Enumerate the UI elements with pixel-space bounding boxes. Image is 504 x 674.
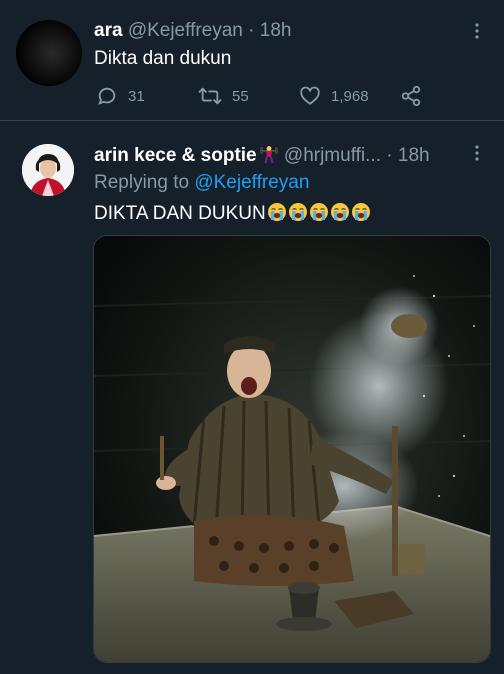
timestamp[interactable]: 18h xyxy=(398,145,430,166)
author-line: arin kece & soptie @hrjmuffi... · 18h xyxy=(94,144,430,167)
replying-to-label: Replying to xyxy=(94,172,190,193)
more-icon[interactable] xyxy=(474,22,480,43)
mention-link[interactable]: @Kejeffreyan xyxy=(194,172,309,193)
tweet-text: DIKTA DAN DUKUN xyxy=(94,202,371,226)
loudly-crying-face-icon xyxy=(267,203,286,221)
user-handle[interactable]: @Kejeffreyan xyxy=(128,20,243,41)
reply-button[interactable]: 31 xyxy=(96,82,145,110)
loudly-crying-face-icon xyxy=(309,203,328,221)
tweet-text: Dikta dan dukun xyxy=(94,48,232,69)
tweet-text-content: DIKTA DAN DUKUN xyxy=(94,203,266,224)
more-icon[interactable] xyxy=(474,144,480,165)
crying-emoji-group xyxy=(266,203,371,224)
retweet-button[interactable]: 55 xyxy=(198,82,249,110)
loudly-crying-face-icon xyxy=(330,203,349,221)
reply-icon xyxy=(98,87,116,105)
display-name[interactable]: ara xyxy=(94,20,123,41)
like-icon xyxy=(300,86,320,105)
timestamp[interactable]: 18h xyxy=(260,20,292,41)
user-handle[interactable]: @hrjmuffi... xyxy=(284,145,381,166)
profile-photo-icon xyxy=(22,144,74,196)
author-line: ara @Kejeffreyan · 18h xyxy=(94,20,291,42)
tweet-card[interactable]: arin kece & soptie @hrjmuffi... · 18h Re… xyxy=(0,120,504,674)
avatar[interactable] xyxy=(16,20,82,86)
retweet-count: 55 xyxy=(232,87,249,105)
shaman-meme-photo-icon xyxy=(94,236,490,662)
replying-to: Replying to @Kejeffreyan xyxy=(94,172,309,194)
weightlifter-emoji-icon xyxy=(259,146,278,164)
like-count: 1,968 xyxy=(331,87,369,105)
crescent-moon-icon xyxy=(16,20,82,86)
loudly-crying-face-icon xyxy=(288,203,307,221)
share-icon xyxy=(401,85,421,107)
tweet-photo[interactable] xyxy=(93,235,491,663)
tweet-card[interactable]: ara @Kejeffreyan · 18h Dikta dan dukun 3… xyxy=(0,0,504,121)
separator-dot: · xyxy=(248,20,255,41)
action-bar: 31 55 1,968 xyxy=(94,82,434,110)
avatar[interactable] xyxy=(22,144,74,196)
share-button[interactable] xyxy=(400,82,422,110)
like-button[interactable]: 1,968 xyxy=(299,82,369,110)
retweet-icon xyxy=(198,87,222,105)
loudly-crying-face-icon xyxy=(351,203,370,221)
separator-dot: · xyxy=(386,145,393,166)
display-name[interactable]: arin kece & soptie xyxy=(94,145,257,166)
reply-count: 31 xyxy=(128,87,145,105)
